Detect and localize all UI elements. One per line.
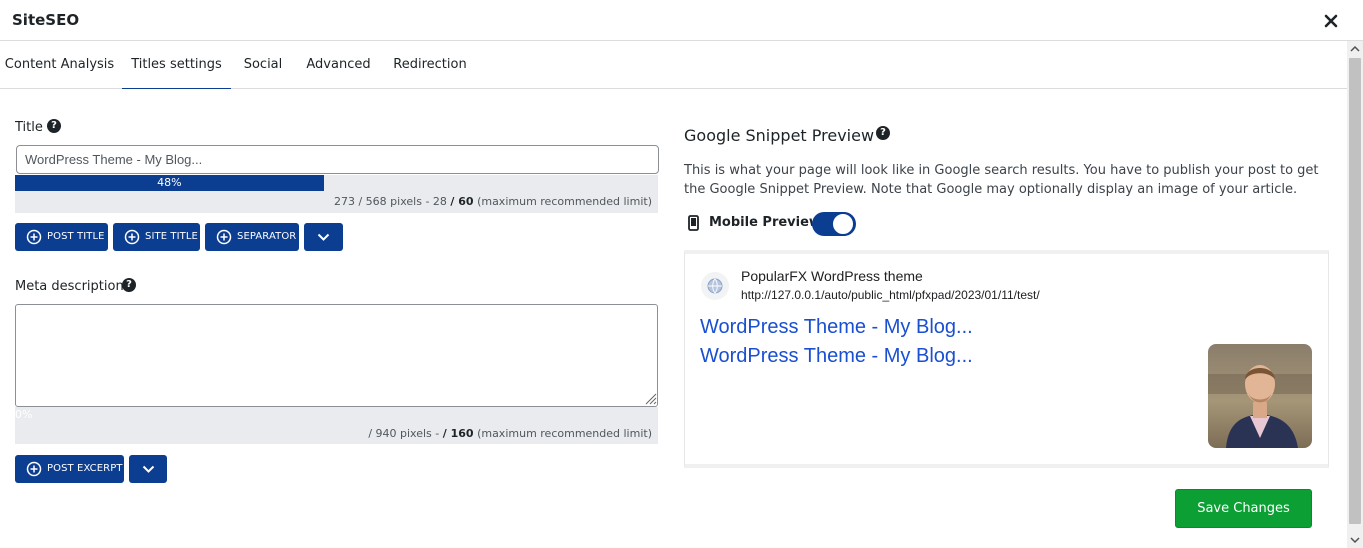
globe-icon: [707, 278, 723, 294]
scroll-down-arrow-icon[interactable]: [1347, 532, 1363, 548]
post-title-tag-label: POST TITLE: [47, 231, 105, 242]
meta-chars-limit: / 160: [442, 427, 474, 440]
meta-meter: 0% / 940 pixels - / 160 (maximum recomme…: [15, 407, 658, 444]
title-chars-limit: / 60: [450, 195, 474, 208]
serp-title-link[interactable]: WordPress Theme - My Blog...: [700, 316, 973, 339]
title-pixel-note: 273 / 568 pixels - 28 / 60 (maximum reco…: [152, 195, 652, 208]
toggle-knob: [831, 212, 855, 236]
snippet-description: This is what your page will look like in…: [684, 163, 1319, 197]
mobile-preview-toggle[interactable]: [812, 212, 856, 236]
mobile-preview-label: Mobile Preview: [709, 215, 821, 230]
scroll-up-arrow-icon[interactable]: [1347, 41, 1363, 57]
serp-site-name: PopularFX WordPress theme: [741, 268, 923, 284]
resize-grip-icon[interactable]: [643, 391, 657, 405]
plus-circle-icon: [124, 229, 140, 245]
meta-help-icon[interactable]: ?: [122, 278, 136, 292]
meta-limit-note: (maximum recommended limit): [477, 427, 652, 440]
title-input[interactable]: [16, 145, 659, 174]
save-changes-button[interactable]: Save Changes: [1175, 489, 1312, 528]
serp-description: WordPress Theme - My Blog...: [700, 345, 973, 367]
post-title-tag-button[interactable]: POST TITLE: [15, 223, 108, 251]
scrollbar[interactable]: [1347, 41, 1363, 548]
app-title: SiteSEO: [12, 11, 80, 29]
site-title-tag-label: SITE TITLE: [145, 231, 198, 242]
plus-circle-icon: [26, 461, 42, 477]
tab-content-analysis[interactable]: Content Analysis: [0, 41, 119, 89]
plus-circle-icon: [216, 229, 232, 245]
chevron-down-icon: [317, 233, 330, 241]
title-tags-dropdown-button[interactable]: [304, 223, 343, 251]
meta-description-textarea[interactable]: [15, 304, 658, 407]
title-label: Title: [15, 120, 43, 135]
snippet-preview-heading: Google Snippet Preview: [684, 126, 875, 145]
title-pixels-text: / 568 pixels - 28: [358, 195, 447, 208]
meta-tags-dropdown-button[interactable]: [129, 455, 167, 483]
mobile-phone-icon: [688, 215, 699, 231]
site-favicon: [701, 272, 729, 300]
title-help-icon[interactable]: ?: [47, 119, 61, 133]
meta-pixel-note: / 940 pixels - / 160 (maximum recommende…: [152, 427, 652, 440]
tab-advanced[interactable]: Advanced: [295, 41, 382, 89]
tab-social[interactable]: Social: [231, 41, 295, 89]
chevron-down-icon: [142, 465, 155, 473]
serp-thumbnail-image: [1208, 344, 1312, 448]
modal-header: SiteSEO: [0, 0, 1363, 41]
site-title-tag-button[interactable]: SITE TITLE: [113, 223, 200, 251]
tab-titles-settings[interactable]: Titles settings: [122, 41, 231, 89]
title-meter: 48% 273 / 568 pixels - 28 / 60 (maximum …: [15, 175, 658, 213]
separator-tag-label: SEPARATOR: [237, 231, 297, 242]
scrollbar-thumb[interactable]: [1349, 58, 1361, 524]
title-limit-note: (maximum recommended limit): [477, 195, 652, 208]
meta-pixels-text: / 940 pixels -: [368, 427, 440, 440]
meta-description-label: Meta description: [15, 279, 124, 294]
title-pixels-used: 273: [333, 195, 355, 208]
tab-bar: Content Analysis Titles settings Social …: [0, 41, 1347, 89]
serp-site-url: http://127.0.0.1/auto/public_html/pfxpad…: [741, 288, 1040, 302]
title-meter-fill: 48%: [15, 175, 324, 191]
snippet-help-icon[interactable]: ?: [876, 126, 890, 140]
post-excerpt-tag-label: POST EXCERPT: [47, 463, 123, 474]
tab-redirection[interactable]: Redirection: [382, 41, 478, 89]
separator-tag-button[interactable]: SEPARATOR: [205, 223, 299, 251]
close-icon[interactable]: [1322, 12, 1340, 30]
post-excerpt-tag-button[interactable]: POST EXCERPT: [15, 455, 124, 483]
plus-circle-icon: [26, 229, 42, 245]
